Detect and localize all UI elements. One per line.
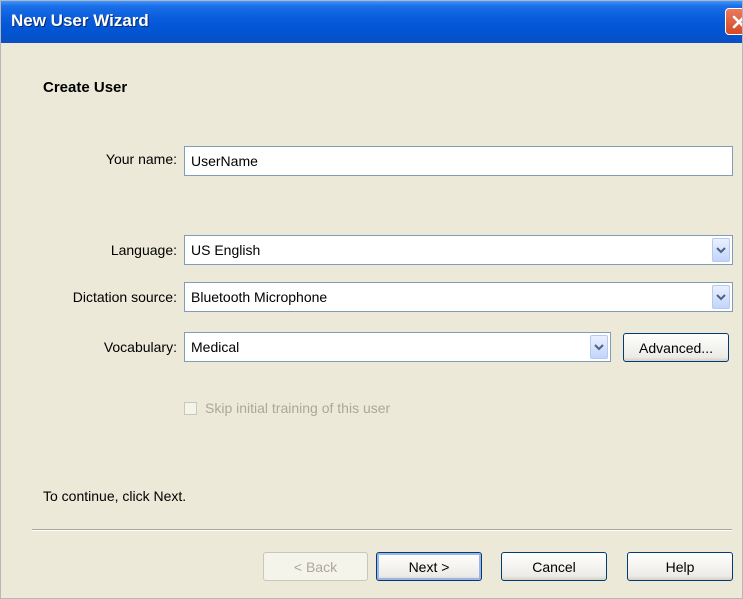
title-bar[interactable]: New User Wizard: [1, 1, 742, 43]
footer-separator: [32, 529, 732, 531]
language-dropdown[interactable]: US English: [184, 235, 733, 265]
name-input[interactable]: UserName: [184, 146, 733, 176]
dictation-label: Dictation source:: [72, 289, 177, 305]
dictation-value: Bluetooth Microphone: [191, 289, 328, 305]
name-input-value: UserName: [191, 153, 258, 169]
dictation-dropdown[interactable]: Bluetooth Microphone: [184, 282, 733, 312]
close-button[interactable]: [725, 8, 742, 35]
chevron-down-icon: [716, 294, 726, 301]
skip-training-label: Skip initial training of this user: [205, 400, 391, 416]
next-button-label: Next >: [408, 558, 450, 575]
chevron-down-icon: [594, 344, 604, 351]
skip-training-checkbox: [184, 401, 197, 415]
language-value: US English: [191, 242, 261, 258]
help-button[interactable]: Help: [627, 552, 733, 581]
advanced-button-label: Advanced...: [639, 339, 713, 356]
language-dropdown-arrow[interactable]: [712, 238, 730, 262]
close-icon: [732, 15, 742, 29]
language-label: Language:: [110, 242, 177, 258]
back-button: < Back: [263, 552, 368, 581]
cancel-button-label: Cancel: [532, 558, 576, 575]
page-heading: Create User: [43, 79, 128, 96]
vocabulary-label: Vocabulary:: [103, 339, 177, 355]
next-button[interactable]: Next >: [376, 552, 482, 581]
back-button-label: < Back: [293, 558, 338, 575]
skip-training-option: Skip initial training of this user: [184, 400, 390, 416]
cancel-button[interactable]: Cancel: [501, 552, 607, 581]
vocabulary-value: Medical: [191, 339, 240, 355]
continue-hint: To continue, click Next.: [43, 488, 187, 504]
wizard-window: New User Wizard Create User Your name: U…: [0, 0, 743, 599]
dictation-dropdown-arrow[interactable]: [712, 285, 730, 309]
chevron-down-icon: [716, 247, 726, 254]
name-label: Your name:: [105, 151, 177, 167]
advanced-button[interactable]: Advanced...: [623, 333, 729, 362]
window-title: New User Wizard: [11, 11, 149, 30]
vocabulary-dropdown[interactable]: Medical: [184, 332, 611, 362]
vocabulary-dropdown-arrow[interactable]: [590, 335, 608, 359]
help-button-label: Help: [665, 558, 695, 575]
